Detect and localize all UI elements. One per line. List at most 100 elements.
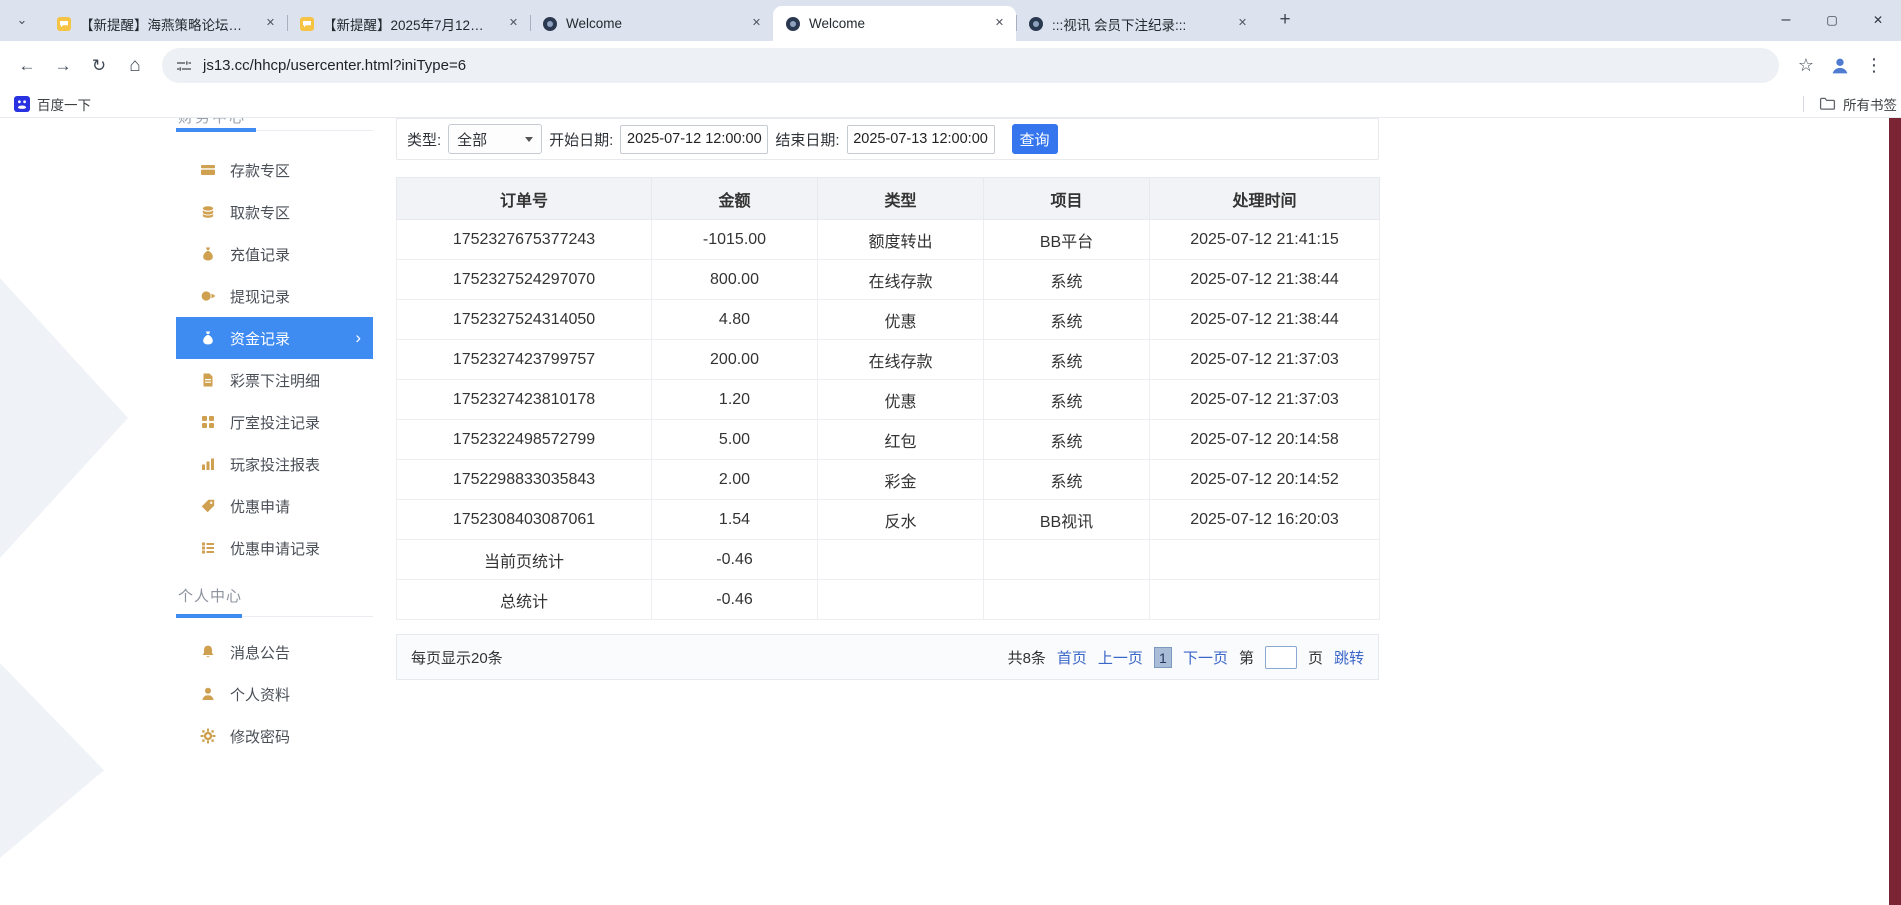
table-row: 1752327423799757 200.00 在线存款 系统 2025-07-… [397,340,1380,380]
table-row: 1752327524314050 4.80 优惠 系统 2025-07-12 2… [397,300,1380,340]
browser-tab[interactable]: Welcome [773,6,1016,41]
minimize-icon[interactable] [1763,0,1809,40]
right-edge-strip [1889,118,1901,905]
cell-time: 2025-07-12 21:38:44 [1150,300,1380,340]
sidebar-item-label: 修改密码 [230,726,290,747]
table-header-cell: 订单号 [397,178,652,220]
cell-order-id: 1752327524314050 [397,300,652,340]
decor-triangle [0,663,104,858]
sidebar-item-label: 个人资料 [230,684,290,705]
report-chart-icon [200,456,217,472]
sidebar-item[interactable]: 个人资料 [176,673,373,715]
cell-type: 红包 [818,420,984,460]
tab-close-icon[interactable] [991,15,1008,32]
promo-list-icon [200,540,217,556]
sidebar-item-label: 优惠申请 [230,496,290,517]
next-page-link[interactable]: 下一页 [1183,647,1228,668]
chevron-right-icon [355,328,361,348]
cell-order-id: 1752322498572799 [397,420,652,460]
new-tab-button[interactable] [1272,8,1298,34]
table-header-cell: 类型 [818,178,984,220]
table-row: 1752298833035843 2.00 彩金 系统 2025-07-12 2… [397,460,1380,500]
tab-close-icon[interactable] [262,15,279,32]
tab-title: Welcome [809,16,983,31]
current-page-badge[interactable]: 1 [1154,647,1172,668]
window-controls [1763,0,1901,40]
sidebar-item-label: 存款专区 [230,160,290,181]
search-button[interactable]: 查询 [1012,124,1058,154]
cell-amount: -0.46 [652,580,818,620]
cell-project: 系统 [984,300,1150,340]
home-icon[interactable] [118,49,152,83]
start-date-input[interactable] [620,125,768,154]
table-header-cell: 处理时间 [1150,178,1380,220]
sidebar-item[interactable]: 优惠申请 [176,485,373,527]
back-icon[interactable] [10,49,44,83]
forward-icon[interactable] [46,49,80,83]
table-header-cell: 金额 [652,178,818,220]
page-content: 财务中心 存款专区 取款专区 充值记录 [0,118,1901,905]
sidebar-item[interactable]: 取款专区 [176,191,373,233]
table-row: 1752327423810178 1.20 优惠 系统 2025-07-12 2… [397,380,1380,420]
decor-triangle [0,278,128,558]
jump-label-post: 页 [1308,647,1323,668]
sidebar-item[interactable]: 消息公告 [176,631,373,673]
bookmark-label: 百度一下 [37,94,91,114]
type-select-value: 全部 [457,129,487,150]
tab-search-chevron-icon[interactable] [10,9,34,33]
end-date-input[interactable] [847,125,995,154]
url-bar[interactable]: js13.cc/hhcp/usercenter.html?iniType=6 [162,48,1779,83]
section-underline [176,614,373,617]
forum-icon [299,16,315,32]
cell-time: 2025-07-12 20:14:58 [1150,420,1380,460]
reload-icon[interactable] [82,49,116,83]
browser-tab[interactable]: 【新提醒】2025年7月12日【全 [287,6,530,41]
tab-close-icon[interactable] [1234,15,1251,32]
table-row: 1752308403087061 1.54 反水 BB视讯 2025-07-12… [397,500,1380,540]
cell-type: 反水 [818,500,984,540]
close-icon[interactable] [1855,0,1901,40]
jump-label-pre: 第 [1239,647,1254,668]
per-page-label: 每页显示20条 [411,647,503,668]
sidebar-item[interactable]: 充值记录 [176,233,373,275]
sidebar-item[interactable]: 彩票下注明细 [176,359,373,401]
prev-page-link[interactable]: 上一页 [1098,647,1143,668]
sidebar-item[interactable]: 优惠申请记录 [176,527,373,569]
cell-amount: -0.46 [652,540,818,580]
site-icon [1028,16,1044,32]
sidebar-item[interactable]: 玩家投注报表 [176,443,373,485]
tab-title: Welcome [566,16,740,31]
browser-tab[interactable]: 【新提醒】海燕策略论坛综合交 [44,6,287,41]
cell-time [1150,540,1380,580]
finance-menu: 存款专区 取款专区 充值记录 提现记录 [176,149,373,569]
browser-tab[interactable]: Welcome [530,6,773,41]
cell-amount: 4.80 [652,300,818,340]
cell-order-id: 当前页统计 [397,540,652,580]
folder-icon [1819,95,1836,112]
cell-project: 系统 [984,340,1150,380]
jump-go-link[interactable]: 跳转 [1334,647,1364,668]
tab-close-icon[interactable] [748,15,765,32]
tab-title: 【新提醒】2025年7月12日【全 [323,14,497,34]
bookmark-item-baidu[interactable]: 百度一下 [14,94,91,114]
sidebar-item-label: 取款专区 [230,202,290,223]
sidebar-item[interactable]: 提现记录 [176,275,373,317]
star-icon[interactable] [1789,49,1823,83]
sidebar-item-label: 玩家投注报表 [230,454,320,475]
tab-close-icon[interactable] [505,15,522,32]
type-filter-label: 类型: [407,129,441,150]
page-jump-input[interactable] [1265,646,1297,669]
sidebar-item[interactable]: 厅室投注记录 [176,401,373,443]
all-bookmarks-button[interactable]: 所有书签 [1793,94,1897,114]
avatar-icon[interactable] [1825,51,1855,81]
tab-title: 【新提醒】海燕策略论坛综合交 [80,14,254,34]
sidebar-item[interactable]: 存款专区 [176,149,373,191]
menu-icon[interactable] [1857,49,1891,83]
site-settings-icon[interactable] [176,58,192,74]
browser-tab[interactable]: :::视讯 会员下注纪录::: [1016,6,1259,41]
sidebar-item[interactable]: 修改密码 [176,715,373,757]
type-select[interactable]: 全部 [448,124,542,154]
first-page-link[interactable]: 首页 [1057,647,1087,668]
maximize-icon[interactable] [1809,0,1855,40]
sidebar-item[interactable]: 资金记录 [176,317,373,359]
